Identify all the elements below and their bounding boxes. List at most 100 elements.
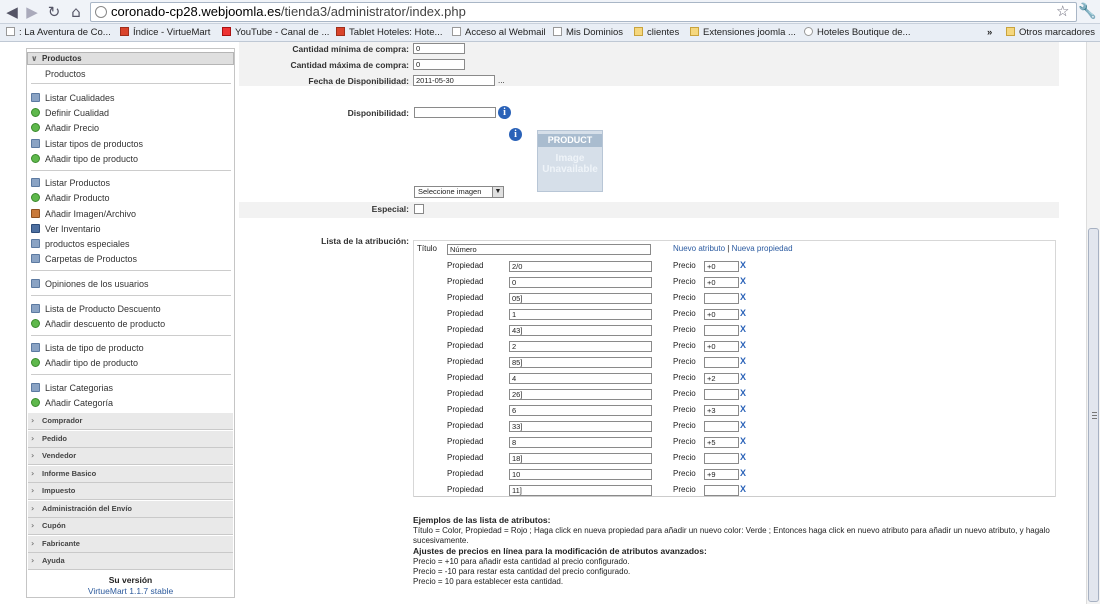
collapsed-section[interactable]: › Informe Basico: [28, 466, 233, 483]
sidebar-item[interactable]: Listar Cualidades: [31, 92, 115, 105]
wrench-icon[interactable]: 🔧: [1078, 2, 1097, 20]
collapsed-section[interactable]: › Administración del Envío: [28, 501, 233, 518]
scrollbar-thumb[interactable]: [1088, 228, 1099, 602]
price-input[interactable]: [704, 293, 739, 304]
sidebar-subheader[interactable]: Productos: [45, 68, 86, 81]
collapsed-section[interactable]: › Fabricante: [28, 536, 233, 553]
delete-property-button[interactable]: X: [740, 404, 746, 414]
sidebar-item[interactable]: Añadir descuento de producto: [31, 318, 165, 331]
price-input[interactable]: +3: [704, 405, 739, 416]
price-input[interactable]: +0: [704, 309, 739, 320]
bookmark-item[interactable]: Extensiones joomla ...: [690, 27, 796, 38]
availability-date-input[interactable]: 2011-05-30: [413, 75, 495, 86]
calendar-button[interactable]: ...: [498, 76, 505, 85]
scrollbar[interactable]: [1086, 42, 1100, 604]
bookmark-item[interactable]: Hoteles Boutique de...: [804, 27, 910, 38]
max-quantity-input[interactable]: 0: [413, 59, 465, 70]
price-input[interactable]: [704, 485, 739, 496]
property-input[interactable]: 1: [509, 309, 652, 320]
property-input[interactable]: 18]: [509, 453, 652, 464]
property-input[interactable]: 2/0: [509, 261, 652, 272]
property-input[interactable]: 05]: [509, 293, 652, 304]
version-value[interactable]: VirtueMart 1.1.7 stable: [88, 586, 173, 596]
sidebar-item[interactable]: Añadir Categoría: [31, 397, 113, 410]
select-image-dropdown[interactable]: Seleccione imagen ▼: [414, 186, 504, 198]
price-input[interactable]: +0: [704, 341, 739, 352]
forward-arrow-icon[interactable]: ▶: [22, 2, 42, 22]
sidebar-item[interactable]: Carpetas de Productos: [31, 253, 137, 266]
delete-property-button[interactable]: X: [740, 420, 746, 430]
min-quantity-input[interactable]: 0: [413, 43, 465, 54]
reload-icon[interactable]: ↻: [44, 2, 64, 22]
info-icon[interactable]: i: [509, 128, 522, 141]
special-checkbox[interactable]: [414, 204, 424, 214]
collapsed-section[interactable]: › Cupón: [28, 518, 233, 535]
bookmark-item[interactable]: YouTube - Canal de ...: [222, 27, 329, 38]
delete-property-button[interactable]: X: [740, 436, 746, 446]
property-input[interactable]: 8: [509, 437, 652, 448]
sidebar-item[interactable]: Definir Cualidad: [31, 107, 109, 120]
bookmark-item[interactable]: : La Aventura de Co...: [6, 27, 111, 38]
sidebar-item[interactable]: Listar tipos de productos: [31, 138, 143, 151]
price-input[interactable]: [704, 389, 739, 400]
delete-property-button[interactable]: X: [740, 452, 746, 462]
sidebar-item[interactable]: Añadir Producto: [31, 192, 110, 205]
property-input[interactable]: 2: [509, 341, 652, 352]
delete-property-button[interactable]: X: [740, 484, 746, 494]
bookmark-item[interactable]: Mis Dominios: [553, 27, 623, 38]
price-input[interactable]: +0: [704, 261, 739, 272]
new-attribute-link[interactable]: Nuevo atributo: [673, 244, 725, 253]
collapsed-section[interactable]: › Vendedor: [28, 448, 233, 465]
info-icon[interactable]: i: [498, 106, 511, 119]
star-icon[interactable]: ☆: [1056, 2, 1069, 20]
price-input[interactable]: [704, 357, 739, 368]
delete-property-button[interactable]: X: [740, 308, 746, 318]
price-input[interactable]: +2: [704, 373, 739, 384]
delete-property-button[interactable]: X: [740, 260, 746, 270]
sidebar-item[interactable]: Listar Productos: [31, 177, 110, 190]
sidebar-item[interactable]: Listar Categorias: [31, 382, 113, 395]
availability-input[interactable]: [414, 107, 496, 118]
price-input[interactable]: [704, 325, 739, 336]
delete-property-button[interactable]: X: [740, 276, 746, 286]
delete-property-button[interactable]: X: [740, 372, 746, 382]
bookmark-item[interactable]: Acceso al Webmail: [452, 27, 546, 38]
property-input[interactable]: 85]: [509, 357, 652, 368]
back-arrow-icon[interactable]: ◀: [2, 2, 22, 22]
sidebar-item[interactable]: Añadir tipo de producto: [31, 357, 138, 370]
price-input[interactable]: +9: [704, 469, 739, 480]
sidebar-item[interactable]: Lista de Producto Descuento: [31, 303, 161, 316]
bookmark-item[interactable]: Índice - VirtueMart: [120, 27, 210, 38]
url-bar[interactable]: coronado-cp28.webjoomla.es/tienda3/admin…: [90, 2, 1077, 22]
property-input[interactable]: 43]: [509, 325, 652, 336]
collapsed-section[interactable]: › Pedido: [28, 431, 233, 448]
title-input[interactable]: Número: [447, 244, 651, 255]
price-input[interactable]: [704, 421, 739, 432]
price-input[interactable]: [704, 453, 739, 464]
property-input[interactable]: 11]: [509, 485, 652, 496]
delete-property-button[interactable]: X: [740, 324, 746, 334]
bookmark-item[interactable]: clientes: [634, 27, 679, 38]
property-input[interactable]: 26]: [509, 389, 652, 400]
collapsed-section[interactable]: › Impuesto: [28, 483, 233, 500]
collapsed-section[interactable]: › Ayuda: [28, 553, 233, 570]
sidebar-item[interactable]: productos especiales: [31, 238, 130, 251]
price-input[interactable]: +0: [704, 277, 739, 288]
property-input[interactable]: 6: [509, 405, 652, 416]
bookmark-item[interactable]: Tablet Hoteles: Hote...: [336, 27, 442, 38]
price-input[interactable]: +5: [704, 437, 739, 448]
home-icon[interactable]: ⌂: [66, 2, 86, 22]
property-input[interactable]: 10: [509, 469, 652, 480]
delete-property-button[interactable]: X: [740, 292, 746, 302]
sidebar-item[interactable]: Añadir Precio: [31, 122, 99, 135]
sidebar-item[interactable]: Añadir tipo de producto: [31, 153, 138, 166]
delete-property-button[interactable]: X: [740, 356, 746, 366]
delete-property-button[interactable]: X: [740, 468, 746, 478]
bookmarks-overflow-button[interactable]: »: [987, 27, 992, 38]
sidebar-item[interactable]: Lista de tipo de producto: [31, 342, 144, 355]
collapsed-section[interactable]: › Comprador: [28, 413, 233, 430]
delete-property-button[interactable]: X: [740, 388, 746, 398]
property-input[interactable]: 0: [509, 277, 652, 288]
property-input[interactable]: 4: [509, 373, 652, 384]
other-bookmarks[interactable]: Otros marcadores: [1006, 27, 1095, 38]
